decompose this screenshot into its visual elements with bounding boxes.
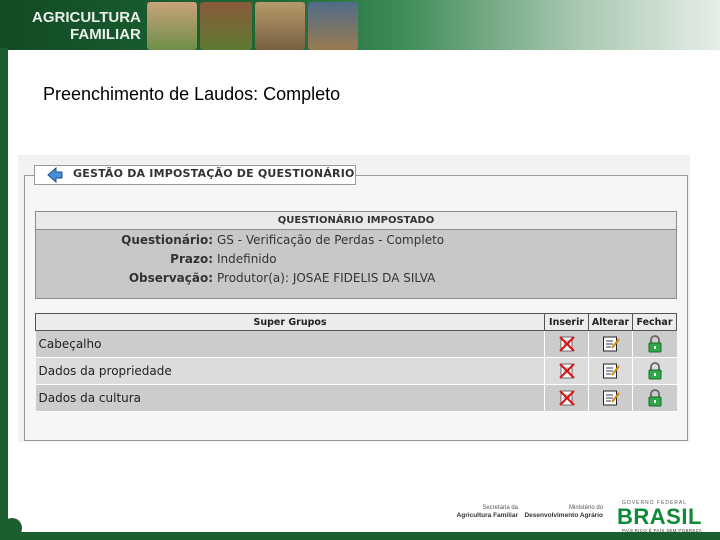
deadline-value: Indefinido [217, 252, 277, 266]
column-super-groups: Super Grupos [34, 313, 546, 331]
ministerio-bold: Desenvolvimento Agrário [524, 512, 603, 519]
lock-icon[interactable] [646, 335, 664, 353]
questionnaire-row: Questionário: GS - Verificação de Perdas… [36, 233, 676, 252]
column-insert: Inserir [544, 313, 590, 331]
agricultura-familiar-logo: AGRICULTURA FAMILIAR [32, 9, 141, 43]
table-row: Cabeçalho [35, 330, 677, 358]
close-cell [632, 330, 677, 358]
observation-value: Produtor(a): JOSAE FIDELIS DA SILVA [217, 271, 436, 285]
edit-document-icon[interactable] [602, 335, 620, 353]
secretaria-bold: Agricultura Familiar [456, 512, 518, 519]
brasil-logo: BRASIL [617, 504, 702, 529]
secretaria-logo: Secretaria da Agricultura Familiar [456, 505, 518, 520]
questionnaire-value: GS - Verificação de Perdas - Completo [217, 233, 445, 247]
lock-icon[interactable] [646, 362, 664, 380]
questionnaire-label: Questionário: [121, 233, 213, 247]
ministerio-logo: Ministério do Desenvolvimento Agrário [523, 505, 603, 520]
bottom-border [0, 532, 720, 540]
observation-label: Observação: [128, 271, 213, 285]
logo-line-2: FAMILIAR [70, 26, 141, 43]
secretaria-small: Secretaria da [482, 505, 518, 511]
observation-row: Observação: Produtor(a): JOSAE FIDELIS D… [36, 271, 676, 290]
edit-document-icon[interactable] [602, 389, 620, 407]
super-groups-table: Super Grupos Inserir Alterar Fechar Cabe… [34, 313, 677, 412]
close-cell [632, 357, 677, 385]
questionnaire-info: QUESTIONÁRIO IMPOSTADO Questionário: GS … [35, 211, 677, 299]
slide-title: Preenchimento de Laudos: Completo [43, 84, 341, 104]
insert-disabled-icon[interactable] [558, 362, 576, 380]
farmer-photo-3 [255, 2, 305, 50]
app-screenshot: GESTÃO DA IMPOSTAÇÃO DE QUESTIONÁRIO QUE… [18, 155, 690, 442]
corner-decoration [2, 518, 22, 538]
deadline-label: Prazo: [170, 252, 213, 266]
deadline-row: Prazo: Indefinido [36, 252, 676, 271]
edit-cell [588, 357, 633, 385]
table-row: Dados da cultura [35, 384, 677, 412]
header-banner: AGRICULTURA FAMILIAR [0, 0, 720, 50]
super-group-name: Dados da cultura [35, 384, 545, 412]
insert-disabled-icon[interactable] [558, 389, 576, 407]
questionnaire-header: QUESTIONÁRIO IMPOSTADO [36, 212, 676, 230]
ministerio-small: Ministério do [568, 505, 603, 511]
farmer-photo-1 [147, 2, 197, 50]
left-border [0, 48, 8, 540]
insert-disabled-icon[interactable] [558, 335, 576, 353]
column-close: Fechar [632, 313, 677, 331]
close-cell [632, 384, 677, 412]
edit-cell [588, 330, 633, 358]
insert-cell [544, 330, 589, 358]
table-row: Dados da propriedade [35, 357, 677, 385]
farmer-photo-2 [200, 2, 252, 50]
lock-icon[interactable] [646, 389, 664, 407]
back-arrow-icon[interactable] [46, 166, 64, 184]
logo-line-1: AGRICULTURA [32, 9, 141, 26]
section-tab: GESTÃO DA IMPOSTAÇÃO DE QUESTIONÁRIO [34, 165, 356, 185]
super-group-name: Dados da propriedade [35, 357, 545, 385]
brasil-slogan: PAÍS RICO É PAÍS SEM POBREZA [622, 528, 702, 533]
edit-cell [588, 384, 633, 412]
super-group-name: Cabeçalho [35, 330, 545, 358]
insert-cell [544, 384, 589, 412]
insert-cell [544, 357, 589, 385]
column-edit: Alterar [588, 313, 633, 331]
edit-document-icon[interactable] [602, 362, 620, 380]
section-title: GESTÃO DA IMPOSTAÇÃO DE QUESTIONÁRIO [73, 167, 355, 180]
farmer-photo-4 [308, 2, 358, 50]
